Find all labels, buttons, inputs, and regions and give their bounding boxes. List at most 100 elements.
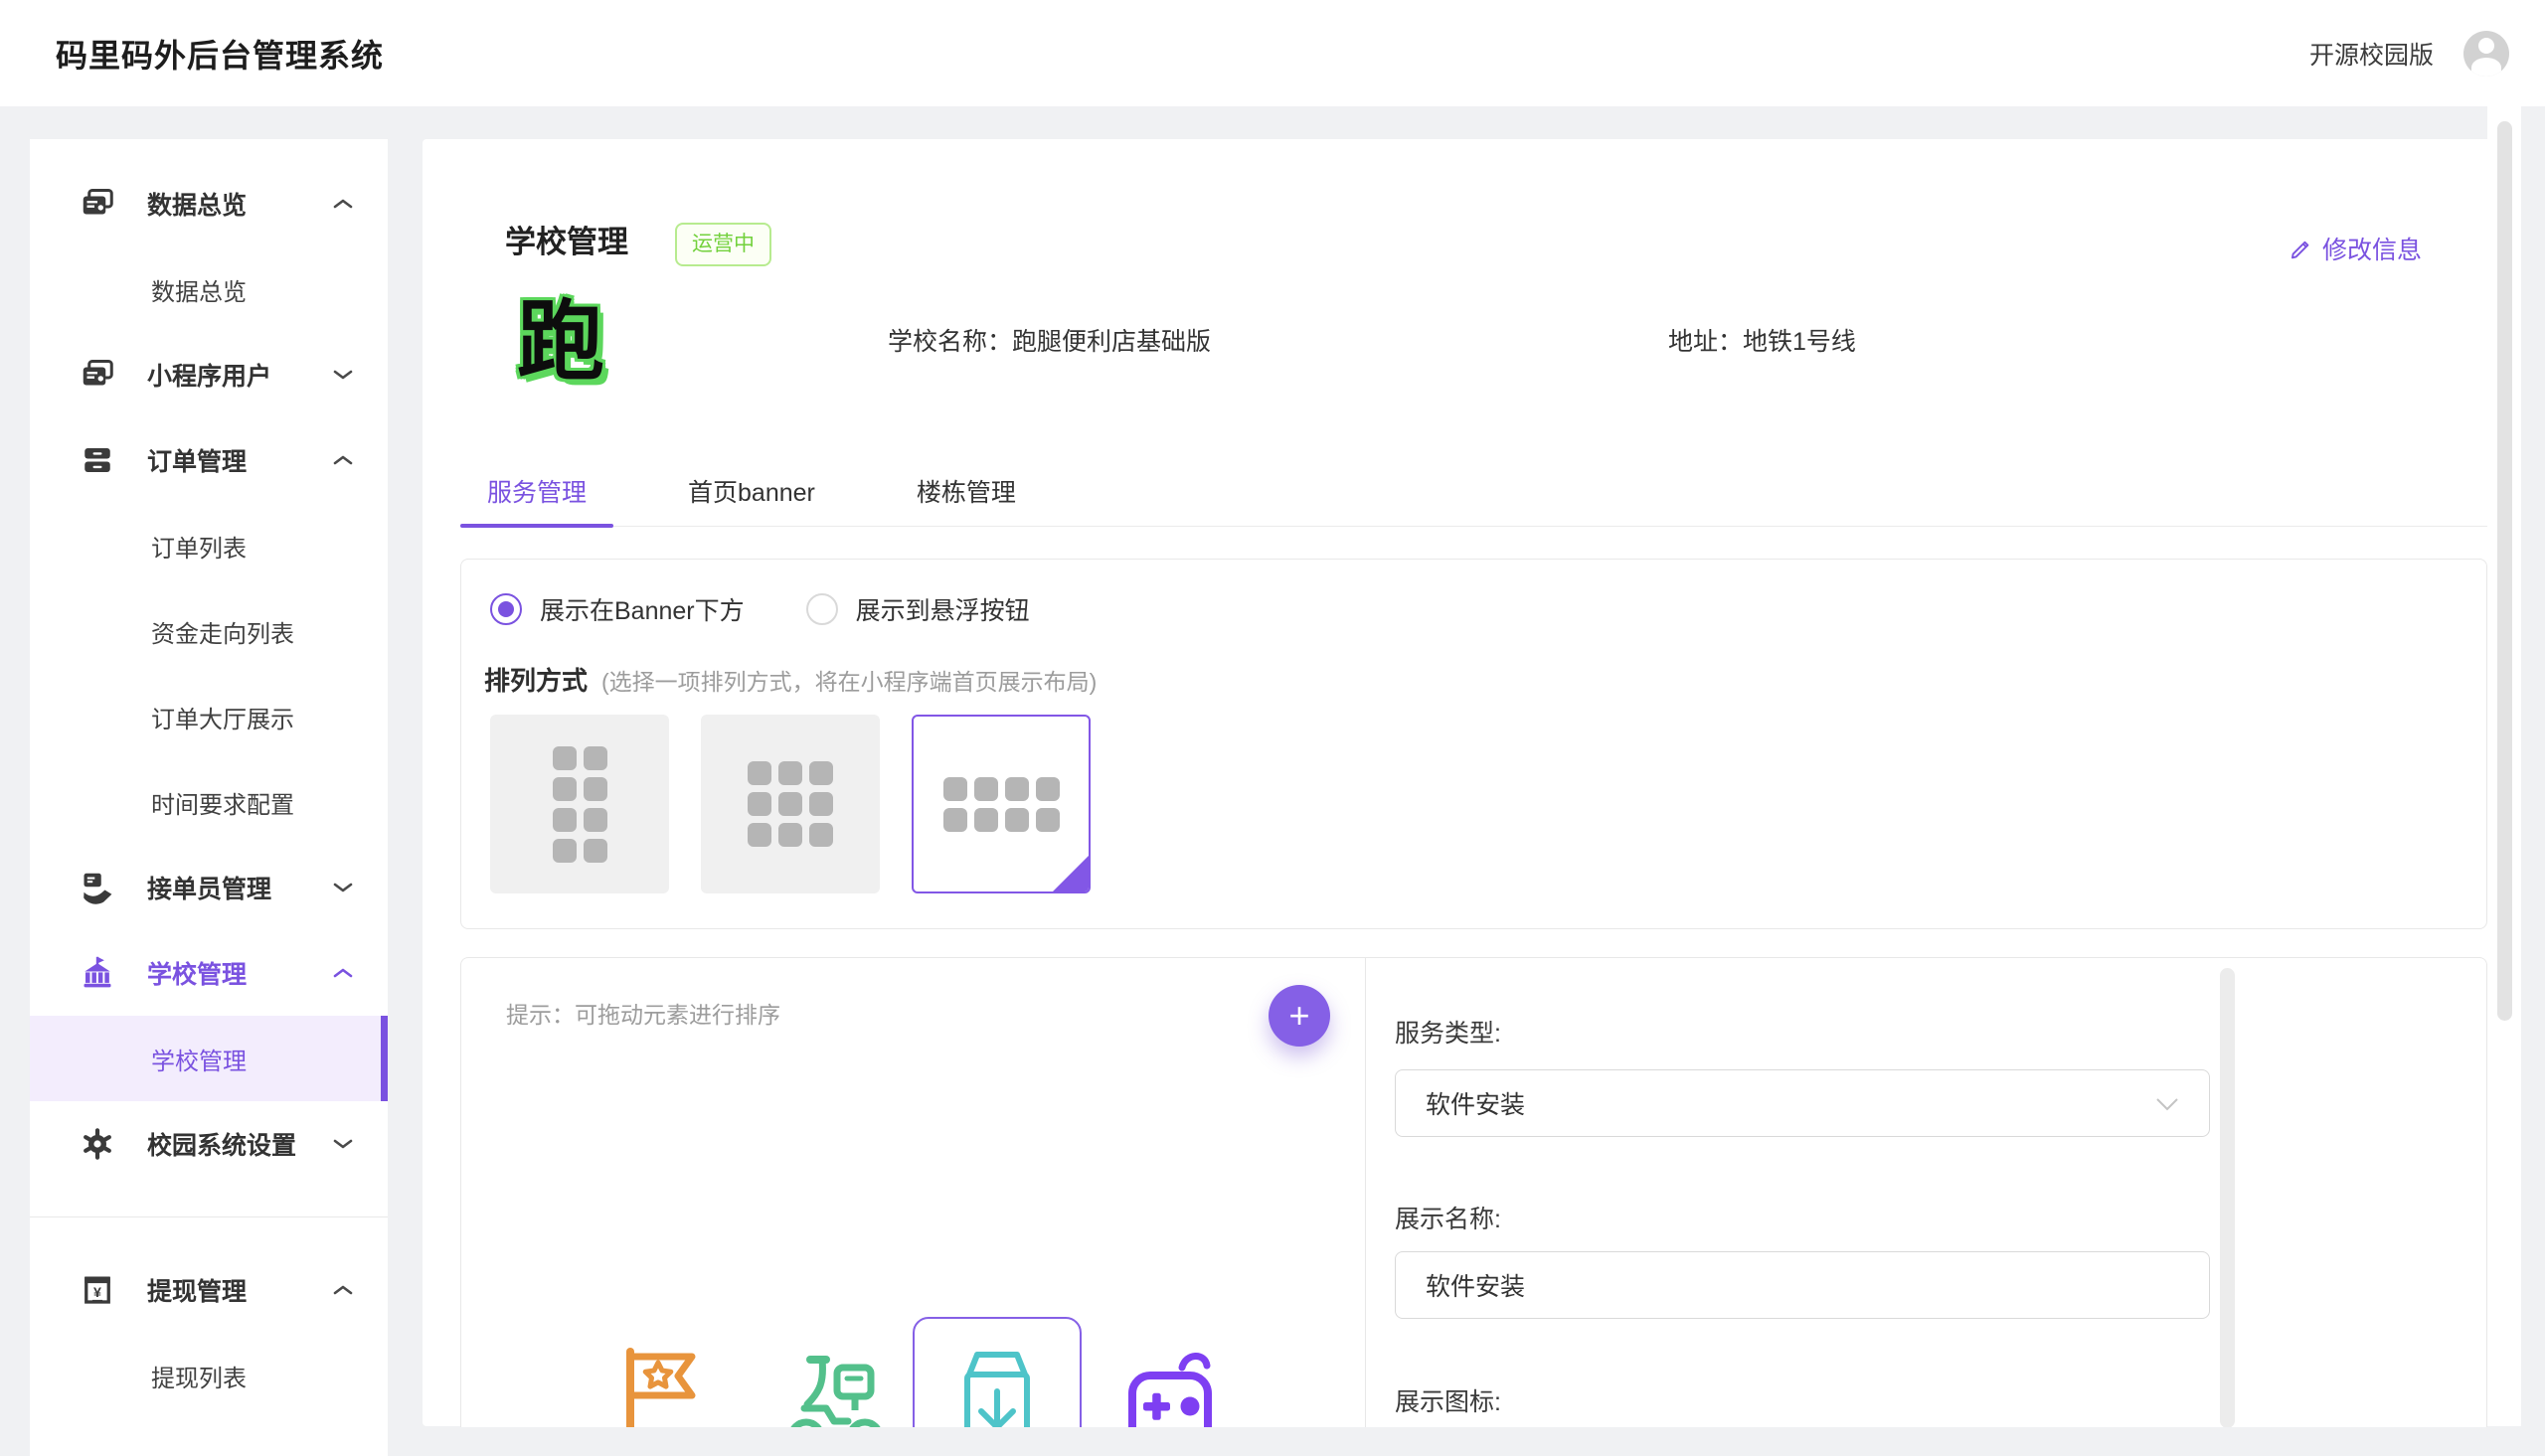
service-type-select[interactable]: 软件安装 xyxy=(1395,1069,2210,1137)
add-service-button[interactable]: + xyxy=(1269,985,1330,1047)
drag-hint: 提示：可拖动元素进行排序 xyxy=(506,996,780,1030)
edit-info-link[interactable]: 修改信息 xyxy=(2288,231,2422,266)
sidebar-item-label: 小程序用户 xyxy=(147,357,332,393)
layout-tile xyxy=(809,823,833,847)
sidebar-item-courier-management[interactable]: 接单员管理 xyxy=(30,845,388,930)
flag-icon[interactable] xyxy=(614,1346,706,1427)
sidebar-item-data-overview[interactable]: 数据总览 xyxy=(30,161,388,246)
sidebar-subitem-order-hall[interactable]: 订单大厅展示 xyxy=(30,674,388,759)
delivery-scooter-icon[interactable] xyxy=(779,1346,891,1427)
sidebar-item-label: 数据总览 xyxy=(147,186,332,222)
layout-tile xyxy=(943,808,967,832)
sidebar-subitem-withdraw-list[interactable]: 提现列表 xyxy=(30,1333,388,1418)
layout-option-2x4[interactable] xyxy=(490,715,669,893)
sidebar-subitem-time-config[interactable]: 时间要求配置 xyxy=(30,759,388,845)
pane-divider xyxy=(1365,958,1366,1427)
sidebar-subitem-fund-flow-list[interactable]: 资金走向列表 xyxy=(30,588,388,674)
layout-tile xyxy=(748,792,771,816)
layout-tile xyxy=(584,808,607,832)
sidebar-subitem-label: 订单大厅展示 xyxy=(151,700,294,734)
radio-label: 展示到悬浮按钮 xyxy=(856,591,1030,627)
chevron-up-icon xyxy=(332,197,354,211)
layout-tile xyxy=(778,823,802,847)
sidebar-divider xyxy=(30,1216,388,1217)
school-name-label: 学校名称： xyxy=(888,328,1012,356)
app-title: 码里码外后台管理系统 xyxy=(56,31,384,77)
display-name-value: 软件安装 xyxy=(1426,1267,2179,1303)
sidebar-item-label: 订单管理 xyxy=(147,442,332,478)
sidebar-subitem-label: 时间要求配置 xyxy=(151,785,294,820)
layout-tile xyxy=(553,777,577,801)
service-type-label: 服务类型: xyxy=(1395,1014,1501,1050)
school-address: 地址：地铁1号线 xyxy=(1668,322,1856,358)
sidebar-item-order-management[interactable]: 订单管理 xyxy=(30,417,388,503)
school-address-value: 地铁1号线 xyxy=(1743,328,1856,356)
radio-label: 展示在Banner下方 xyxy=(540,591,745,627)
tab-building-management[interactable]: 楼栋管理 xyxy=(890,455,1043,526)
display-name-label: 展示名称: xyxy=(1395,1200,1501,1235)
page-scrollbar[interactable] xyxy=(2497,121,2512,1021)
layout-tile xyxy=(553,839,577,863)
status-badge: 运营中 xyxy=(675,223,771,266)
service-type-value: 软件安装 xyxy=(1426,1085,2155,1121)
radio-icon xyxy=(490,593,522,625)
tab-label: 楼栋管理 xyxy=(917,473,1016,509)
topbar-right: 开源校园版 xyxy=(2309,31,2509,77)
layout-options xyxy=(490,715,1091,893)
layout-tile xyxy=(584,839,607,863)
sidebar-item-miniprogram-users[interactable]: 小程序用户 xyxy=(30,332,388,417)
layout-tile xyxy=(584,777,607,801)
tab-bar: 服务管理 首页banner 楼栋管理 xyxy=(460,455,2487,527)
arrangement-header: 排列方式 (选择一项排列方式，将在小程序端首页展示布局) xyxy=(484,661,1097,698)
tab-service-management[interactable]: 服务管理 xyxy=(460,455,613,526)
school-name-value: 跑腿便利店基础版 xyxy=(1012,328,1211,356)
svg-text:¥: ¥ xyxy=(93,1285,101,1301)
layout-tile xyxy=(1036,777,1060,801)
chevron-up-icon xyxy=(332,1283,354,1297)
sidebar-subitem-label: 资金走向列表 xyxy=(151,614,294,649)
box-download-icon xyxy=(949,1345,1045,1427)
layout-tile xyxy=(748,823,771,847)
chevron-up-icon xyxy=(332,966,354,980)
sidebar-subitem-label: 提现列表 xyxy=(151,1359,247,1393)
sidebar-item-campus-settings[interactable]: 校园系统设置 xyxy=(30,1101,388,1187)
sidebar-item-label: 提现管理 xyxy=(147,1272,332,1308)
avatar[interactable] xyxy=(2463,31,2509,77)
sidebar-subitem-order-list[interactable]: 订单列表 xyxy=(30,503,388,588)
sidebar-item-school-management[interactable]: 学校管理 xyxy=(30,930,388,1016)
layout-tile xyxy=(1005,808,1029,832)
sidebar-item-withdraw-management[interactable]: ¥ 提现管理 xyxy=(30,1247,388,1333)
school-name: 学校名称：跑腿便利店基础版 xyxy=(888,322,1211,358)
sidebar-item-label: 学校管理 xyxy=(147,955,332,991)
sidebar-subitem-school-management[interactable]: 学校管理 xyxy=(30,1016,388,1101)
layout-tile xyxy=(1005,777,1029,801)
form-scrollbar[interactable] xyxy=(2220,968,2235,1427)
layout-tile xyxy=(974,808,998,832)
layout-tile xyxy=(778,761,802,785)
atm-withdraw-icon: ¥ xyxy=(80,1272,115,1308)
display-name-input[interactable]: 软件安装 xyxy=(1395,1251,2210,1319)
display-settings-box: 展示在Banner下方 展示到悬浮按钮 排列方式 (选择一项排列方式，将在小程序… xyxy=(460,559,2487,929)
layout-tile xyxy=(943,777,967,801)
radio-banner-below[interactable]: 展示在Banner下方 xyxy=(490,591,745,627)
sidebar-item-label: 校园系统设置 xyxy=(147,1126,332,1162)
selected-service-frame[interactable] xyxy=(913,1317,1082,1427)
chevron-down-icon xyxy=(332,368,354,382)
layout-tile xyxy=(809,761,833,785)
chevron-down-icon xyxy=(332,881,354,894)
layout-option-3x3[interactable] xyxy=(701,715,880,893)
radio-floating-button[interactable]: 展示到悬浮按钮 xyxy=(806,591,1030,627)
sidebar-subitem-data-overview[interactable]: 数据总览 xyxy=(30,246,388,332)
layout-tile xyxy=(1036,808,1060,832)
school-address-label: 地址： xyxy=(1668,328,1743,356)
tab-home-banner[interactable]: 首页banner xyxy=(661,455,842,526)
display-position-radios: 展示在Banner下方 展示到悬浮按钮 xyxy=(490,591,1030,627)
arrangement-hint: (选择一项排列方式，将在小程序端首页展示布局) xyxy=(601,663,1097,697)
tab-label: 首页banner xyxy=(688,473,815,509)
layout-tile xyxy=(553,746,577,770)
chevron-down-icon xyxy=(332,1137,354,1151)
chevron-up-icon xyxy=(332,453,354,467)
gamepad-icon[interactable] xyxy=(1118,1346,1222,1427)
layout-option-4x2[interactable] xyxy=(912,715,1091,893)
sidebar-subitem-label: 学校管理 xyxy=(151,1042,247,1076)
